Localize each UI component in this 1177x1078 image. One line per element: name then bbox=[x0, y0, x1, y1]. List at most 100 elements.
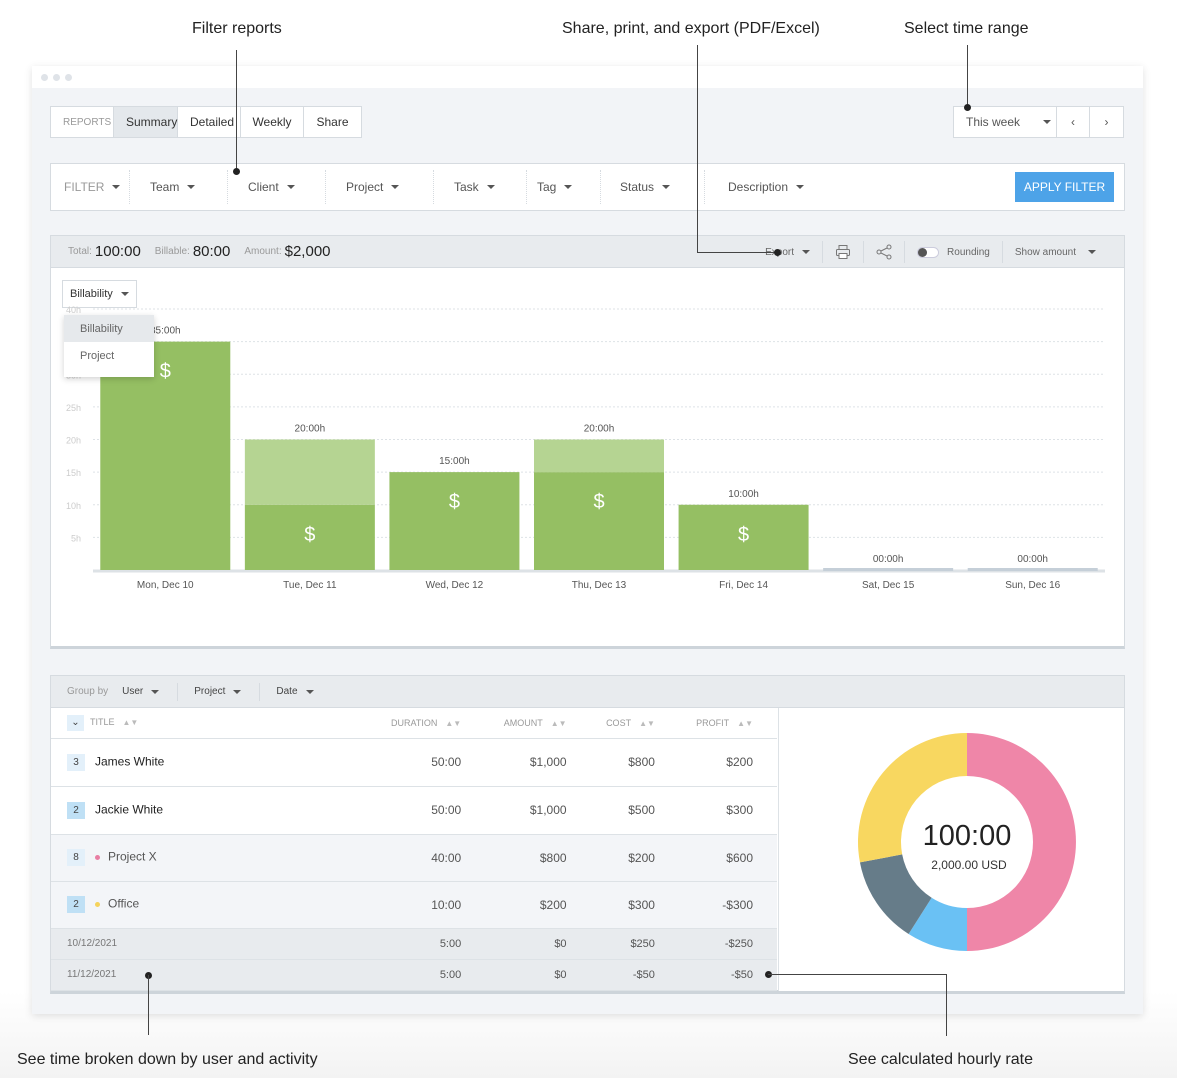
row-amount: $200 bbox=[485, 881, 591, 929]
total-label: Total: bbox=[68, 246, 92, 257]
billable-dollar-icon: $ bbox=[160, 361, 171, 383]
time-range-value: This week bbox=[966, 115, 1021, 129]
row-profit: -$50 bbox=[678, 959, 777, 991]
col-duration[interactable]: DURATION ▲▼ bbox=[371, 708, 486, 739]
project-color-dot bbox=[95, 855, 100, 860]
donut-center-sub: 2,000.00 USD bbox=[931, 858, 1007, 872]
col-profit-label: PROFIT bbox=[696, 717, 730, 728]
chevron-down-icon bbox=[796, 185, 805, 189]
row-cost: $250 bbox=[590, 928, 679, 960]
y-tick-label: 10h bbox=[66, 501, 81, 511]
filter-tag[interactable]: Tag bbox=[527, 170, 601, 204]
bar-chart: 5h10h15h20h25h30h35h40h$35:00hMon, Dec 1… bbox=[66, 305, 1105, 591]
chevron-down-icon bbox=[233, 689, 242, 694]
y-tick-label: 40h bbox=[66, 305, 81, 315]
row-count-badge[interactable]: 2 bbox=[67, 801, 85, 819]
table-row-project[interactable]: 2 Office 10:00 $200 $300 -$300 bbox=[51, 881, 777, 929]
expand-all-icon[interactable]: ⌄ bbox=[67, 714, 84, 731]
filter-status[interactable]: Status bbox=[601, 170, 705, 204]
filter-bar: FILTER Team Client Project Task Tag Stat… bbox=[50, 163, 1125, 211]
y-tick-label: 5h bbox=[71, 533, 81, 543]
filter-project[interactable]: Project bbox=[326, 170, 434, 204]
print-button[interactable] bbox=[823, 241, 865, 263]
group-by-date[interactable]: Date bbox=[276, 683, 331, 701]
row-count-badge[interactable]: 8 bbox=[67, 849, 85, 866]
row-amount: $0 bbox=[485, 959, 591, 991]
annotation-dot bbox=[964, 104, 971, 111]
table-row-project[interactable]: 8 Project X 40:00 $800 $200 $600 bbox=[51, 834, 777, 882]
row-amount: $0 bbox=[485, 928, 591, 960]
table-row-user[interactable]: 3 James White 50:00 $1,000 $800 $200 bbox=[51, 738, 777, 787]
billable-dollar-icon: $ bbox=[304, 524, 315, 546]
project-color-dot bbox=[95, 902, 100, 907]
row-amount: $1,000 bbox=[485, 786, 591, 835]
tab-share[interactable]: Share bbox=[304, 107, 361, 137]
window-dot bbox=[65, 73, 72, 81]
bar-data-label: 10:00h bbox=[728, 489, 759, 500]
x-tick-label: Tue, Dec 11 bbox=[283, 580, 337, 591]
apply-filter-button[interactable]: APPLY FILTER bbox=[1015, 172, 1114, 202]
share-button[interactable] bbox=[864, 241, 906, 263]
x-tick-label: Sat, Dec 15 bbox=[862, 580, 915, 591]
tab-weekly[interactable]: Weekly bbox=[241, 107, 304, 137]
col-title[interactable]: ⌄ TITLE ▲▼ bbox=[51, 708, 371, 739]
filter-label[interactable]: FILTER bbox=[51, 170, 130, 204]
filter-team[interactable]: Team bbox=[130, 170, 228, 204]
chevron-down-icon bbox=[802, 250, 811, 254]
row-duration: 10:00 bbox=[371, 881, 486, 929]
row-cost: $500 bbox=[590, 786, 679, 835]
row-title: Office bbox=[108, 896, 140, 911]
table-panel: Group by User Project Date ⌄ TITLE ▲▼ DURA… bbox=[50, 675, 1125, 994]
table-row-date[interactable]: 11/12/2021 5:00 $0 -$50 -$50 bbox=[51, 959, 777, 991]
x-tick-label: Fri, Dec 14 bbox=[719, 580, 768, 591]
row-duration: 40:00 bbox=[371, 834, 486, 882]
row-count-badge[interactable]: 2 bbox=[67, 896, 85, 913]
filter-client[interactable]: Client bbox=[228, 170, 326, 204]
col-cost[interactable]: COST ▲▼ bbox=[590, 708, 679, 739]
row-profit: -$250 bbox=[678, 928, 777, 960]
sort-icon: ▲▼ bbox=[122, 717, 139, 727]
chevron-down-icon bbox=[112, 185, 121, 189]
report-tabs: REPORTS Summary Detailed Weekly Share bbox=[50, 106, 362, 138]
group-by-user[interactable]: User bbox=[122, 682, 179, 701]
bar-segment bbox=[534, 472, 664, 570]
filter-description[interactable]: Description bbox=[705, 170, 805, 204]
prev-range-button[interactable]: ‹ bbox=[1057, 107, 1090, 137]
table-row-date[interactable]: 10/12/2021 5:00 $0 $250 -$250 bbox=[51, 928, 777, 960]
menu-item-project[interactable]: Project bbox=[64, 342, 154, 369]
filter-status-label: Status bbox=[620, 180, 655, 194]
col-title-label: TITLE bbox=[90, 716, 115, 727]
rounding-toggle[interactable]: Rounding bbox=[905, 241, 1003, 263]
chart-grouping-menu: Billability Project bbox=[64, 315, 154, 377]
row-duration: 50:00 bbox=[371, 738, 486, 787]
tab-summary[interactable]: Summary bbox=[114, 107, 178, 137]
row-profit: $600 bbox=[678, 834, 777, 882]
filter-task[interactable]: Task bbox=[434, 170, 527, 204]
chevron-right-icon: › bbox=[1104, 115, 1109, 129]
report-table: ⌄ TITLE ▲▼ DURATION ▲▼ AMOUNT ▲▼ COST ▲▼ PROF… bbox=[51, 708, 777, 991]
amount-label: Amount: bbox=[244, 246, 282, 257]
sort-icon: ▲▼ bbox=[737, 718, 753, 728]
chevron-down-icon bbox=[662, 185, 671, 189]
chevron-down-icon bbox=[1088, 250, 1096, 254]
tab-detailed[interactable]: Detailed bbox=[178, 107, 241, 137]
group-by-project[interactable]: Project bbox=[194, 682, 261, 701]
sort-icon: ▲▼ bbox=[639, 718, 655, 728]
row-count-badge[interactable]: 3 bbox=[67, 753, 85, 771]
toggle-switch[interactable] bbox=[917, 246, 940, 258]
menu-item-billability[interactable]: Billability bbox=[64, 315, 154, 342]
bar-data-label: 00:00h bbox=[1017, 554, 1048, 565]
annotation-line bbox=[148, 975, 149, 1035]
row-title: James White bbox=[95, 754, 165, 769]
annotation-line bbox=[768, 974, 946, 975]
bar-data-label: 35:00h bbox=[150, 326, 181, 337]
group-by-label: Group by bbox=[67, 686, 109, 697]
row-title: 10/12/2021 bbox=[51, 928, 371, 960]
chart-panel: Total: 100:00 Billable: 80:00 Amount: $2,00… bbox=[50, 235, 1125, 649]
next-range-button[interactable]: › bbox=[1090, 107, 1123, 137]
show-amount-select[interactable]: Show amount bbox=[1003, 241, 1108, 263]
time-range-select[interactable]: This week bbox=[954, 107, 1057, 137]
col-amount[interactable]: AMOUNT ▲▼ bbox=[485, 708, 591, 739]
table-row-user[interactable]: 2 Jackie White 50:00 $1,000 $500 $300 bbox=[51, 786, 777, 835]
col-profit[interactable]: PROFIT ▲▼ bbox=[678, 708, 777, 739]
